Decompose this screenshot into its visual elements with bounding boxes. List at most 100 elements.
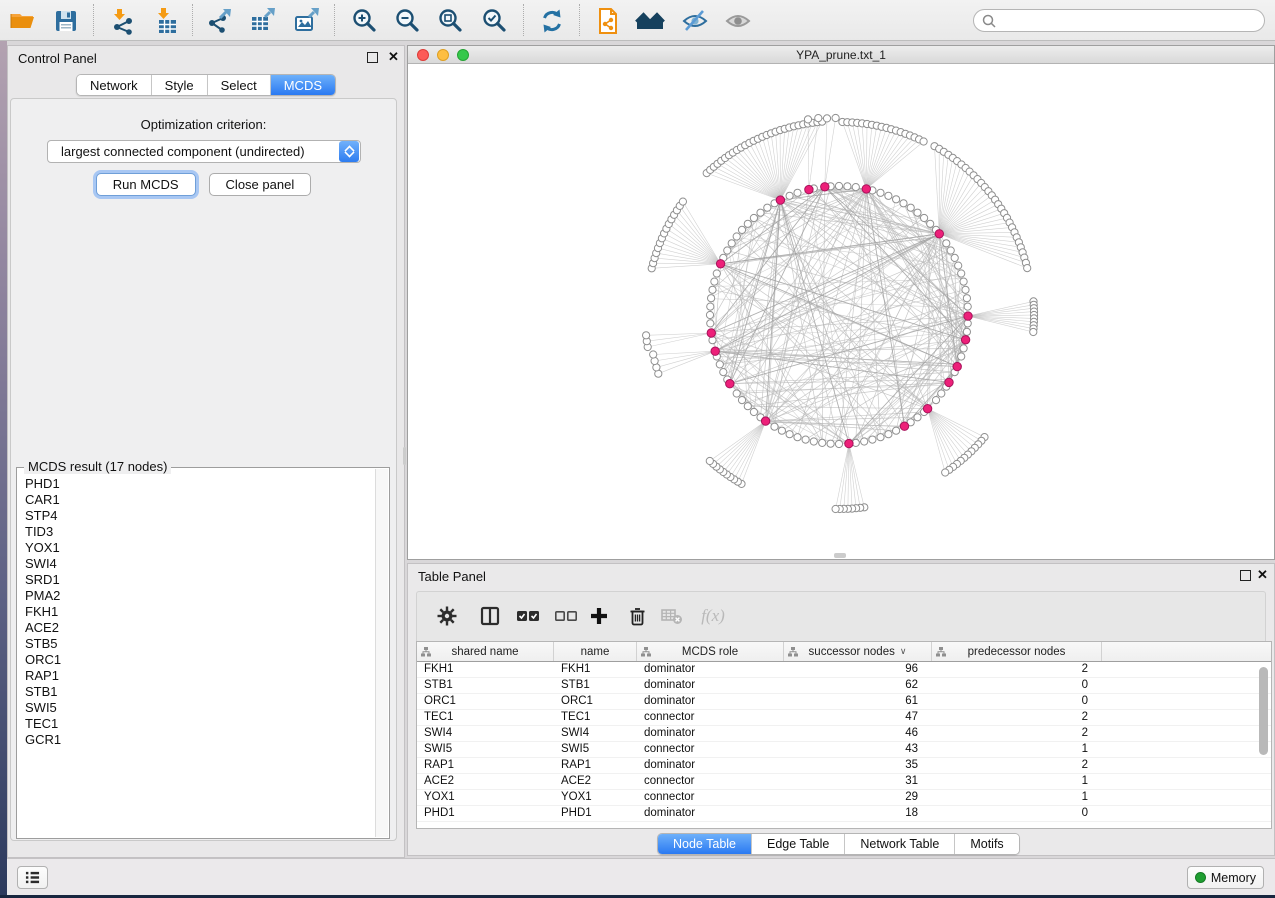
mcds-result-item[interactable]: PHD1: [25, 476, 375, 492]
memory-button[interactable]: Memory: [1187, 866, 1264, 889]
mcds-result-item[interactable]: SWI4: [25, 556, 375, 572]
mcds-result-item[interactable]: YOX1: [25, 540, 375, 556]
cell-name: SWI4: [554, 726, 637, 741]
export-web-button[interactable]: [590, 3, 626, 38]
mcds-result-item[interactable]: PMA2: [25, 588, 375, 604]
tab-network[interactable]: Network: [77, 75, 152, 95]
table-row[interactable]: TEC1TEC1connector472: [417, 710, 1271, 726]
column-header-successor-nodes[interactable]: successor nodes∨: [784, 642, 932, 661]
tab-style[interactable]: Style: [152, 75, 208, 95]
network-graph-canvas[interactable]: [408, 64, 1274, 559]
tab-network-table[interactable]: Network Table: [845, 834, 955, 854]
control-panel-title: Control Panel: [18, 51, 97, 66]
splitter-handle[interactable]: [834, 553, 846, 558]
export-network-icon: [205, 7, 233, 35]
show-column-panel-button[interactable]: [473, 599, 507, 633]
zoom-selected-button[interactable]: [477, 3, 513, 38]
save-session-button[interactable]: [48, 3, 84, 38]
mcds-result-item[interactable]: ORC1: [25, 652, 375, 668]
table-row[interactable]: PHD1PHD1dominator180: [417, 806, 1271, 822]
table-type-tabs: Node TableEdge TableNetwork TableMotifs: [657, 833, 1020, 855]
column-header-name[interactable]: name: [554, 642, 637, 661]
zoom-fit-icon: [437, 7, 465, 35]
cell-predecessor-nodes: 2: [932, 726, 1102, 741]
mcds-result-item[interactable]: TID3: [25, 524, 375, 540]
cell-MCDS-role: dominator: [637, 662, 784, 677]
mcds-list-scrollbar[interactable]: [375, 469, 388, 837]
function-builder-button[interactable]: f(x): [691, 599, 735, 633]
delete-column-button[interactable]: [620, 599, 654, 633]
attribute-type-icon: [788, 647, 798, 657]
export-table-button[interactable]: [245, 3, 281, 38]
tab-mcds[interactable]: MCDS: [271, 75, 335, 95]
mcds-result-item[interactable]: CAR1: [25, 492, 375, 508]
tab-edge-table[interactable]: Edge Table: [752, 834, 845, 854]
mcds-result-item[interactable]: TEC1: [25, 716, 375, 732]
hide-eye-icon: [681, 7, 709, 35]
table-settings-button[interactable]: [430, 599, 464, 633]
deselect-all-rows-button[interactable]: [549, 599, 583, 633]
table-row[interactable]: ACE2ACE2connector311: [417, 774, 1271, 790]
cell-shared-name: RAP1: [417, 758, 554, 773]
mcds-result-item[interactable]: STP4: [25, 508, 375, 524]
table-row[interactable]: STB1STB1dominator620: [417, 678, 1271, 694]
float-panel-icon[interactable]: [1240, 570, 1251, 581]
open-session-button[interactable]: [4, 3, 40, 38]
mcds-result-item[interactable]: FKH1: [25, 604, 375, 620]
run-mcds-button[interactable]: Run MCDS: [96, 173, 196, 196]
mcds-result-item[interactable]: RAP1: [25, 668, 375, 684]
table-scrollbar-thumb[interactable]: [1259, 667, 1268, 755]
select-all-rows-button[interactable]: [511, 599, 545, 633]
cell-shared-name: SWI5: [417, 742, 554, 757]
column-header-shared-name[interactable]: shared name: [417, 642, 554, 661]
zoom-fit-button[interactable]: [433, 3, 469, 38]
close-panel-icon[interactable]: ✕: [388, 49, 399, 65]
cell-name: ACE2: [554, 774, 637, 789]
criterion-dropdown[interactable]: largest connected component (undirected): [47, 140, 361, 163]
cell-MCDS-role: dominator: [637, 678, 784, 693]
table-row[interactable]: YOX1YOX1connector291: [417, 790, 1271, 806]
cell-MCDS-role: connector: [637, 742, 784, 757]
cell-name: TEC1: [554, 710, 637, 725]
import-table-button[interactable]: [149, 3, 185, 38]
attribute-type-icon: [641, 647, 651, 657]
mcds-result-item[interactable]: SRD1: [25, 572, 375, 588]
search-field[interactable]: [973, 9, 1265, 32]
mcds-result-item[interactable]: STB1: [25, 684, 375, 700]
mcds-result-list[interactable]: PHD1CAR1STP4TID3YOX1SWI4SRD1PMA2FKH1ACE2…: [18, 469, 375, 837]
vertical-splitter-handle[interactable]: [403, 447, 406, 465]
show-all-button[interactable]: [720, 3, 756, 38]
table-row[interactable]: RAP1RAP1dominator352: [417, 758, 1271, 774]
mcds-result-item[interactable]: ACE2: [25, 620, 375, 636]
zoom-in-button[interactable]: [347, 3, 383, 38]
tab-node-table[interactable]: Node Table: [658, 834, 752, 854]
create-column-button[interactable]: [582, 599, 616, 633]
refresh-button[interactable]: [534, 3, 570, 38]
mcds-result-item[interactable]: GCR1: [25, 732, 375, 748]
hide-selected-button[interactable]: [677, 3, 713, 38]
tab-select[interactable]: Select: [208, 75, 271, 95]
show-panel-list-button[interactable]: [17, 866, 48, 889]
cell-successor-nodes: 29: [784, 790, 932, 805]
tab-motifs[interactable]: Motifs: [955, 834, 1018, 854]
close-panel-button[interactable]: Close panel: [209, 173, 312, 196]
float-panel-icon[interactable]: [367, 52, 378, 63]
mcds-result-item[interactable]: SWI5: [25, 700, 375, 716]
export-table-icon: [249, 7, 277, 35]
column-header-MCDS-role[interactable]: MCDS role: [637, 642, 784, 661]
search-input[interactable]: [997, 14, 1237, 28]
table-row[interactable]: FKH1FKH1dominator962: [417, 662, 1271, 678]
zoom-out-button[interactable]: [390, 3, 426, 38]
first-neighbors-button[interactable]: [632, 3, 668, 38]
close-panel-icon[interactable]: ✕: [1257, 567, 1268, 583]
list-icon: [25, 870, 40, 885]
import-network-button[interactable]: [105, 3, 141, 38]
table-row[interactable]: SWI5SWI5connector431: [417, 742, 1271, 758]
mcds-result-item[interactable]: STB5: [25, 636, 375, 652]
export-network-button[interactable]: [201, 3, 237, 38]
column-header-predecessor-nodes[interactable]: predecessor nodes: [932, 642, 1102, 661]
delete-table-button[interactable]: [655, 599, 689, 633]
export-image-button[interactable]: [289, 3, 325, 38]
table-row[interactable]: ORC1ORC1dominator610: [417, 694, 1271, 710]
table-row[interactable]: SWI4SWI4dominator462: [417, 726, 1271, 742]
